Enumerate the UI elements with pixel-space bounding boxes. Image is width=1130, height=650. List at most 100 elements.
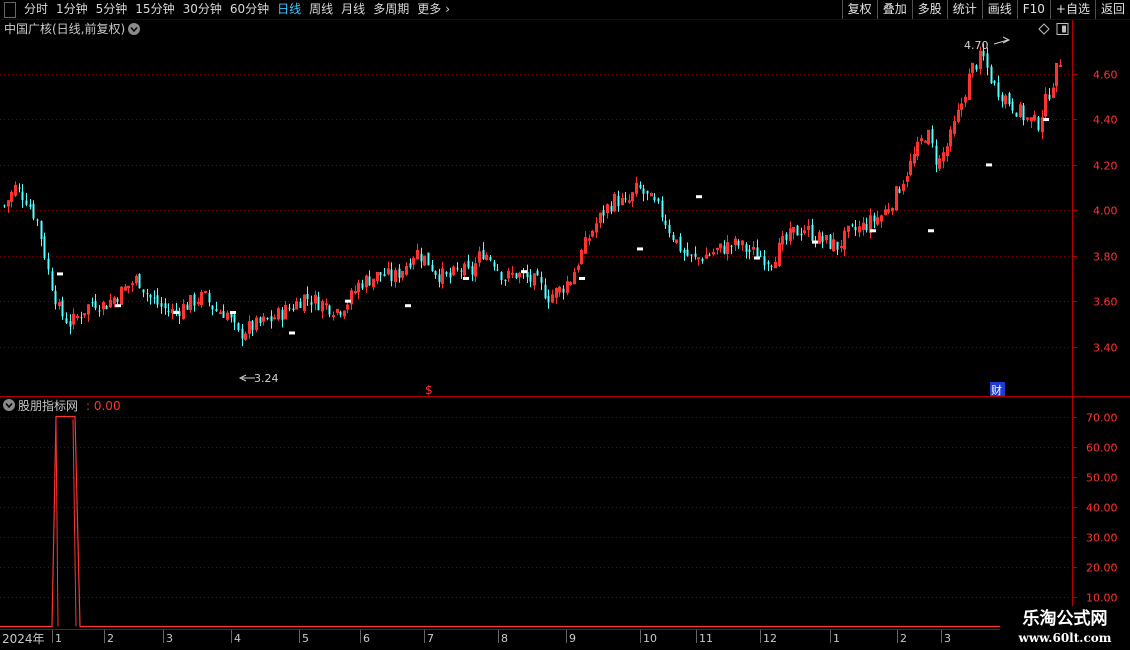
- indicator-tick-6: 10.00: [1086, 592, 1118, 605]
- candle-body: [233, 314, 236, 323]
- candle-body: [208, 293, 211, 303]
- candle-body: [69, 321, 72, 327]
- period-tab-1[interactable]: 1分钟: [52, 0, 92, 19]
- doji-mark: [57, 272, 63, 276]
- candle-body: [361, 283, 364, 289]
- toolbar-button-7[interactable]: 返回: [1094, 0, 1130, 19]
- toolbar-button-0[interactable]: 复权: [841, 0, 877, 19]
- doji-mark: [230, 311, 236, 315]
- toolbar-button-1[interactable]: 叠加: [876, 0, 912, 19]
- axis-labels: 4.60 4.40 4.20 4.00 3.80 3.60 3.40 70.00 60.00 50…: [52, 69, 1118, 645]
- month-label-10: 11: [699, 632, 713, 645]
- candle-body: [47, 258, 50, 270]
- price-tick-1: 4.40: [1093, 114, 1118, 127]
- price-grid: [0, 20, 1130, 630]
- candle-body: [679, 236, 682, 252]
- candle-body: [328, 305, 331, 315]
- candle-body: [142, 289, 145, 293]
- toolbar-button-4[interactable]: 画线: [981, 0, 1017, 19]
- toolbar-button-2[interactable]: 多股: [911, 0, 947, 19]
- candle-body: [800, 233, 803, 236]
- candle-body: [767, 262, 770, 264]
- candle-body: [219, 312, 222, 315]
- candle-body: [544, 284, 547, 299]
- candle-body: [657, 198, 660, 202]
- candle-body: [500, 271, 503, 280]
- month-label-1: 2: [107, 632, 114, 645]
- period-tab-5[interactable]: 60分钟: [226, 0, 273, 19]
- candle-body: [1022, 105, 1025, 121]
- indicator-value: : 0.00: [86, 399, 121, 413]
- period-tab-3[interactable]: 15分钟: [131, 0, 178, 19]
- toolbar-button-3[interactable]: 统计: [946, 0, 982, 19]
- diamond-icon[interactable]: [1038, 23, 1050, 35]
- layout-toggle-icon[interactable]: [1056, 23, 1069, 35]
- doji-mark: [1043, 117, 1049, 121]
- price-tick-0: 4.60: [1093, 69, 1118, 82]
- period-tab-10[interactable]: 更多: [413, 0, 445, 19]
- candle-body: [427, 252, 430, 266]
- period-tab-2[interactable]: 5分钟: [92, 0, 132, 19]
- period-tab-7[interactable]: 周线: [305, 0, 337, 19]
- candle-body: [493, 262, 496, 267]
- candle-body: [98, 310, 101, 312]
- doji-mark: [463, 276, 469, 280]
- candle-body: [339, 311, 342, 315]
- candle-body: [193, 294, 196, 306]
- month-label-4: 5: [302, 632, 309, 645]
- candle-body: [646, 190, 649, 194]
- candle-body: [241, 328, 244, 339]
- candle-body: [449, 272, 452, 278]
- candle-body: [617, 195, 620, 207]
- candle-body: [697, 257, 700, 260]
- candle-body: [29, 204, 32, 208]
- toolbar-button-5[interactable]: F10: [1016, 0, 1050, 19]
- candle-body: [204, 290, 207, 293]
- candle-body: [325, 303, 328, 306]
- candle-body: [251, 321, 254, 331]
- candle-body: [515, 273, 518, 279]
- candle-body: [701, 258, 704, 262]
- candle-body: [672, 234, 675, 241]
- candle-body: [997, 82, 1000, 97]
- month-label-8: 9: [569, 632, 576, 645]
- indicator-tick-1: 60.00: [1086, 442, 1118, 455]
- month-label-0: 1: [55, 632, 62, 645]
- candle-body: [51, 271, 54, 291]
- indicator-dropdown-icon[interactable]: [3, 399, 15, 411]
- candle-body: [694, 253, 697, 257]
- high-arrow-head: [1002, 36, 1011, 44]
- more-arrow-icon[interactable]: ›: [445, 0, 454, 19]
- candle-body: [748, 249, 751, 252]
- candle-body: [32, 203, 35, 219]
- candle-body: [993, 80, 996, 84]
- doji-mark: [928, 229, 934, 233]
- candle-body: [708, 254, 711, 256]
- candle-body: [266, 317, 269, 320]
- toolbar-button-6[interactable]: +自选: [1049, 0, 1095, 19]
- period-tab-0[interactable]: 分时: [20, 0, 52, 19]
- candle-body: [737, 240, 740, 246]
- period-tab-4[interactable]: 30分钟: [179, 0, 226, 19]
- chart-area[interactable]: 中国广核(日线,前复权) 4.70 3.24 $ 财 股朋指标网 : 0.00 …: [0, 20, 1130, 650]
- month-label-3: 4: [234, 632, 241, 645]
- dividend-marker[interactable]: $: [425, 383, 433, 397]
- period-tab-6[interactable]: 日线: [273, 0, 305, 19]
- candle-body: [456, 268, 459, 270]
- title-dropdown-icon[interactable]: [128, 23, 140, 35]
- period-tab-9[interactable]: 多周期: [369, 0, 413, 19]
- doji-mark: [173, 311, 179, 315]
- candle-body: [624, 198, 627, 200]
- candle-body: [149, 294, 152, 298]
- finance-marker[interactable]: 财: [990, 382, 1005, 397]
- candle-body: [935, 145, 938, 165]
- candle-body: [167, 311, 170, 313]
- toolbar-grip-icon[interactable]: [4, 1, 16, 18]
- candle-body: [332, 314, 335, 317]
- candle-body: [529, 274, 532, 282]
- candle-body: [668, 224, 671, 234]
- candle-body: [299, 301, 302, 308]
- candle-body: [186, 304, 189, 310]
- candle-body: [986, 53, 989, 68]
- period-tab-8[interactable]: 月线: [337, 0, 369, 19]
